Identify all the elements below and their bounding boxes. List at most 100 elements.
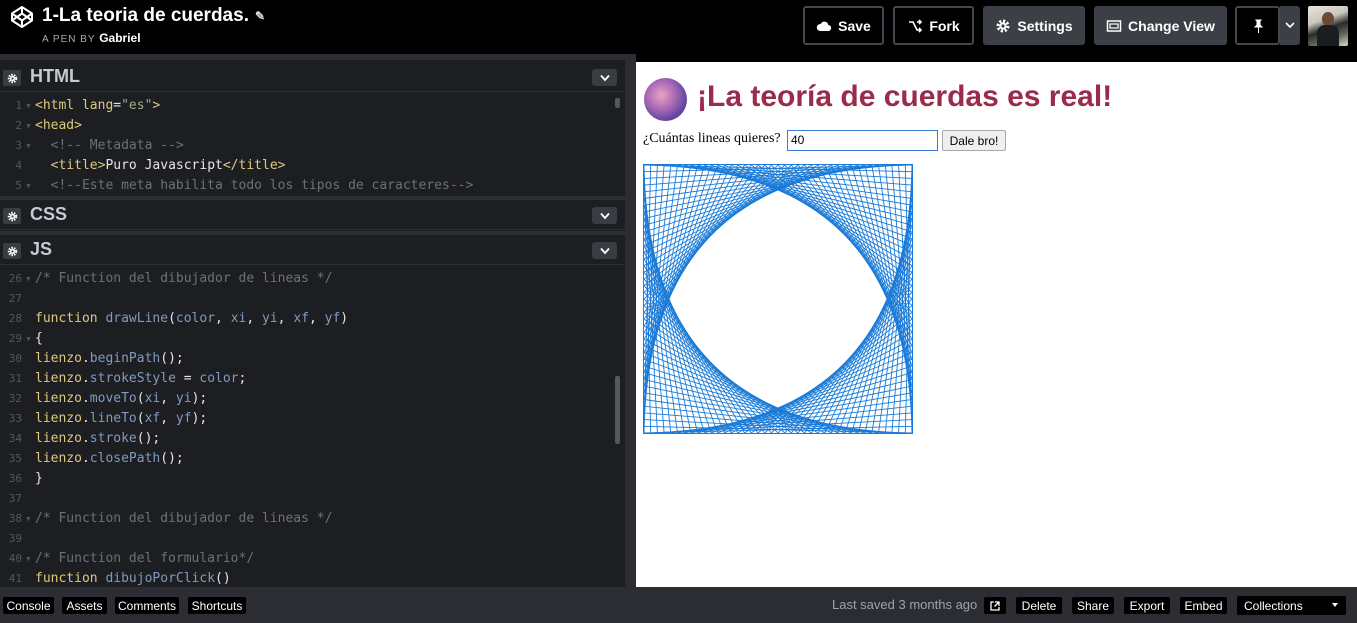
code-token: yi	[175, 391, 192, 406]
html-collapse-button[interactable]	[592, 69, 617, 86]
html-settings-button[interactable]	[3, 70, 21, 86]
code-line: 41 function dibujoPorClick()	[0, 569, 625, 587]
line-number: 4	[15, 159, 22, 172]
preview-avatar-image	[644, 78, 687, 121]
lines-count-input[interactable]: 40	[787, 130, 938, 151]
pen-by-prefix: A PEN BY	[42, 34, 96, 45]
code-token: beginPath	[89, 351, 161, 366]
fork-button[interactable]: Fork	[893, 6, 974, 45]
fold-arrow-icon[interactable]: ▼	[22, 136, 35, 156]
html-code-area[interactable]: 1 ▼ <html lang="es"> 2 ▼ <head> 3 ▼ <!-- Meta…	[0, 96, 625, 196]
code-token: <head>	[35, 118, 82, 133]
html-editor-header[interactable]: HTML	[0, 62, 625, 92]
code-token: .	[81, 431, 90, 446]
code-line: 4 <title>Puro Javascript</title>	[0, 156, 625, 176]
css-collapse-button[interactable]	[592, 207, 617, 224]
avatar-head-shape	[1322, 12, 1334, 26]
fold-arrow-icon[interactable]: ▼	[22, 269, 35, 289]
open-in-new-window-button[interactable]	[984, 597, 1006, 614]
save-label: Save	[838, 17, 871, 34]
js-editor-title: JS	[30, 239, 53, 259]
pane-resizer[interactable]	[625, 54, 636, 587]
editor-column: HTML 1 ▼ <html lang="es"> 2 ▼ <head> 3 ▼ <!--…	[0, 54, 625, 587]
code-line: 40 ▼/* Function del formulario*/	[0, 549, 625, 569]
export-button[interactable]: Export	[1124, 597, 1170, 614]
assets-button[interactable]: Assets	[62, 597, 107, 614]
pen-title-text[interactable]: 1-La teoria de cuerdas.	[42, 5, 249, 26]
pen-title[interactable]: 1-La teoria de cuerdas. ✎	[42, 5, 265, 27]
share-button[interactable]: Share	[1072, 597, 1114, 614]
delete-button[interactable]: Delete	[1016, 597, 1062, 614]
fold-arrow-icon[interactable]: ▼	[22, 509, 35, 529]
html-scrollbar[interactable]	[615, 98, 620, 108]
console-button[interactable]: Console	[3, 597, 54, 614]
js-scrollbar[interactable]	[615, 376, 620, 444]
code-token: lienzo	[35, 451, 82, 466]
code-token: =	[113, 98, 122, 113]
user-avatar[interactable]	[1308, 6, 1348, 46]
string-line	[844, 165, 912, 373]
comments-button[interactable]: Comments	[115, 597, 179, 614]
code-line: 33 lienzo.lineTo(xf, yf);	[0, 409, 625, 429]
js-editor-header[interactable]: JS	[0, 235, 625, 265]
code-token: color	[175, 311, 216, 326]
codepen-logo-icon[interactable]	[10, 5, 34, 29]
line-number: 27	[8, 292, 22, 305]
code-token: )	[340, 311, 349, 326]
avatar-body-shape	[1317, 25, 1339, 46]
css-editor-header[interactable]: CSS	[0, 200, 625, 230]
code-token: yf	[324, 311, 341, 326]
code-line: 31 lienzo.strokeStyle = color;	[0, 369, 625, 389]
collections-dropdown[interactable]: Collections	[1237, 596, 1346, 615]
line-number: 37	[8, 492, 22, 505]
fold-arrow-icon[interactable]: ▼	[22, 116, 35, 136]
fold-arrow-icon[interactable]: ▼	[22, 549, 35, 569]
code-token: .	[81, 351, 90, 366]
code-line: 29 ▼{	[0, 329, 625, 349]
line-number: 2	[15, 119, 22, 132]
code-token: dibujoPorClick	[105, 571, 216, 586]
code-token: >	[152, 98, 161, 113]
css-settings-button[interactable]	[3, 208, 21, 224]
pencil-icon[interactable]: ✎	[255, 9, 265, 23]
code-token: <!-- Metadata -->	[35, 138, 184, 153]
embed-button[interactable]: Embed	[1180, 597, 1227, 614]
code-token: moveTo	[89, 391, 137, 406]
code-token: ,	[246, 311, 263, 326]
top-bar: 1-La teoria de cuerdas. ✎ A PEN BY Gabrie…	[0, 0, 1357, 54]
code-token: closePath	[89, 451, 161, 466]
line-number: 26	[8, 272, 22, 285]
code-token: <!--Este meta habilita todo los tipos de…	[35, 178, 474, 193]
line-number: 1	[15, 99, 22, 112]
pin-dropdown-toggle[interactable]	[1280, 6, 1300, 45]
draw-button[interactable]: Dale bro!	[942, 130, 1006, 151]
gear-icon	[7, 211, 17, 221]
code-token: lienzo	[35, 371, 82, 386]
author-name[interactable]: Gabriel	[99, 31, 140, 45]
js-code-area[interactable]: 26 ▼/* Function del dibujador de lineas *…	[0, 269, 625, 587]
save-button[interactable]: Save	[803, 6, 884, 45]
shortcuts-button[interactable]: Shortcuts	[188, 597, 246, 614]
change-view-button[interactable]: Change View	[1094, 6, 1227, 45]
pin-button[interactable]	[1235, 6, 1280, 45]
external-link-icon	[990, 600, 1000, 611]
collections-label: Collections	[1244, 598, 1303, 613]
js-settings-button[interactable]	[3, 243, 21, 259]
code-line: 28 function drawLine(color, xi, yi, xf, …	[0, 309, 625, 329]
code-line: 37	[0, 489, 625, 509]
cloud-icon	[816, 21, 832, 31]
code-token: lienzo	[35, 431, 82, 446]
settings-button[interactable]: Settings	[983, 6, 1085, 45]
code-token: lineTo	[89, 411, 137, 426]
code-token: xi	[230, 311, 247, 326]
code-token: lang	[81, 98, 114, 113]
string-art-canvas[interactable]	[643, 164, 913, 434]
fold-arrow-icon[interactable]: ▼	[22, 329, 35, 349]
fold-arrow-icon[interactable]: ▼	[22, 96, 35, 116]
code-line: 36 }	[0, 469, 625, 489]
code-token: ();	[160, 351, 184, 366]
fold-arrow-icon[interactable]: ▼	[22, 176, 35, 196]
line-number: 38	[8, 512, 22, 525]
js-collapse-button[interactable]	[592, 242, 617, 259]
